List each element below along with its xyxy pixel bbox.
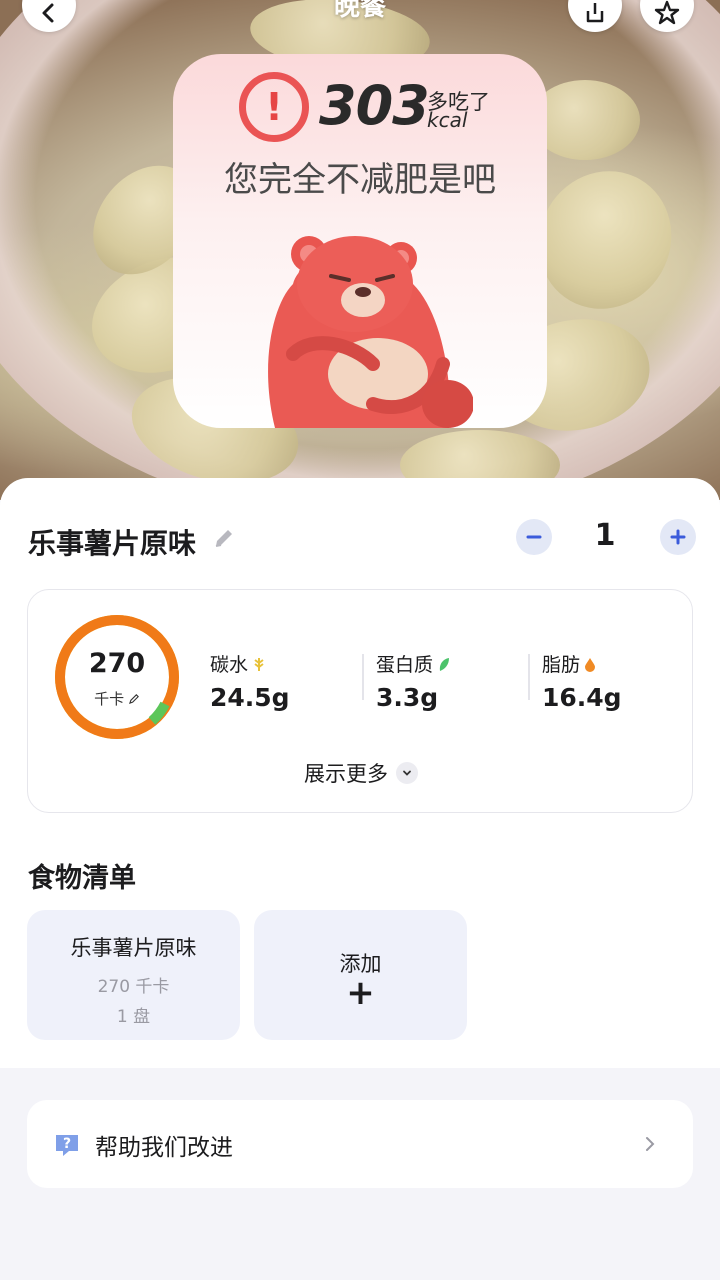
increase-quantity-button[interactable] bbox=[660, 519, 696, 555]
macro-carbs: 碳水 24.5g bbox=[210, 654, 290, 712]
calories-value: 270 bbox=[88, 648, 146, 679]
calorie-warning-card: ! 303 多吃了 kcal 您完全不减肥是吧 bbox=[173, 54, 547, 428]
food-photo: 晚餐 ! 303 多吃了 kcal 您完全不减肥是吧 bbox=[0, 0, 720, 500]
plus-icon bbox=[670, 529, 686, 545]
minus-icon bbox=[526, 535, 542, 539]
help-improve-row[interactable]: ? 帮助我们改进 bbox=[27, 1100, 693, 1188]
bear-illustration bbox=[268, 236, 473, 428]
pencil-icon[interactable] bbox=[212, 526, 236, 550]
share-icon bbox=[586, 3, 604, 23]
food-list-item[interactable]: 乐事薯片原味 270 千卡 1 盘 bbox=[27, 910, 240, 1040]
macro-protein: 蛋白质 3.3g bbox=[376, 650, 451, 712]
warning-message: 您完全不减肥是吧 bbox=[224, 160, 496, 200]
food-list-title: 食物清单 bbox=[28, 863, 136, 894]
decrease-quantity-button[interactable] bbox=[516, 519, 552, 555]
svg-text:?: ? bbox=[63, 1136, 71, 1152]
star-icon bbox=[654, 0, 680, 25]
plus-icon: + bbox=[346, 973, 375, 1013]
show-more-button[interactable]: 展示更多 bbox=[28, 758, 694, 788]
alert-icon: ! bbox=[239, 72, 309, 142]
food-detail-sheet: 乐事薯片原味 1 270 千卡 碳水 24.5g 蛋白质 3.3g 脂肪 16.… bbox=[0, 478, 720, 1068]
add-food-button[interactable]: 添加 + bbox=[254, 910, 467, 1040]
chevron-left-icon bbox=[42, 3, 54, 23]
quantity-value: 1 bbox=[594, 518, 616, 553]
pencil-icon bbox=[128, 694, 139, 704]
chevron-down-icon bbox=[396, 762, 418, 784]
calories-unit[interactable]: 千卡 bbox=[52, 688, 182, 709]
leaf-icon bbox=[439, 657, 450, 671]
chevron-right-icon bbox=[646, 1137, 655, 1151]
kcal-unit: kcal bbox=[427, 108, 468, 132]
drop-icon bbox=[585, 657, 596, 672]
meal-title[interactable]: 晚餐 bbox=[300, 0, 420, 23]
over-calories-value: 303 bbox=[319, 74, 430, 137]
nutrition-card: 270 千卡 碳水 24.5g 蛋白质 3.3g 脂肪 16.4g 展示更多 bbox=[27, 589, 693, 813]
food-name: 乐事薯片原味 bbox=[28, 527, 197, 560]
question-bubble-icon: ? bbox=[56, 1135, 78, 1156]
macro-fat: 脂肪 16.4g bbox=[542, 654, 622, 712]
wheat-icon bbox=[254, 657, 264, 671]
